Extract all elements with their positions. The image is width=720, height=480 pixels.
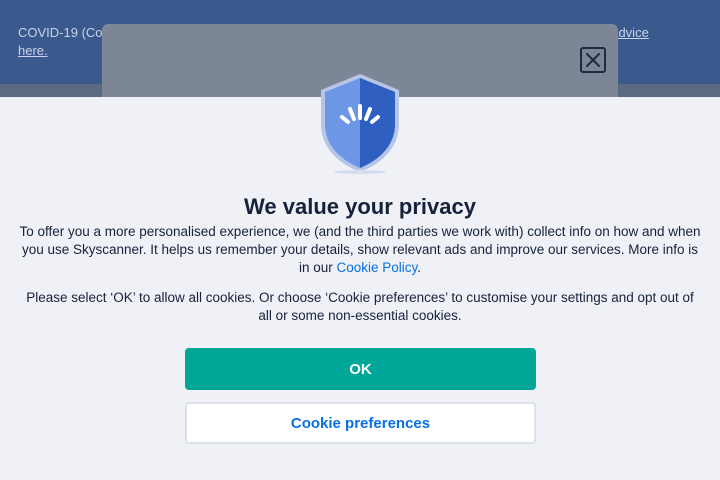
close-icon [586, 53, 600, 67]
cookie-policy-link[interactable]: Cookie Policy [336, 260, 417, 275]
covid-banner-text: COVID-19 (Co [18, 25, 103, 40]
shield-icon [321, 74, 399, 174]
privacy-description-end: . [417, 260, 422, 275]
ok-button[interactable]: OK [185, 348, 536, 390]
close-button[interactable] [580, 47, 606, 73]
privacy-description: To offer you a more personalised experie… [16, 223, 704, 277]
cookie-instructions: Please select ‘OK’ to allow all cookies.… [26, 290, 694, 323]
covid-banner-link[interactable]: here. [18, 42, 48, 60]
privacy-title: We value your privacy [244, 194, 476, 219]
cookie-preferences-button[interactable]: Cookie preferences [185, 402, 536, 444]
